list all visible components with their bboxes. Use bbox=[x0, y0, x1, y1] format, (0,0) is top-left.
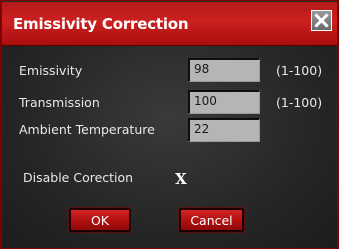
dialog-body: Emissivity 98 (1-100) Transmission 100 (… bbox=[2, 46, 337, 248]
emissivity-range: (1-100) bbox=[276, 63, 323, 78]
emissivity-dialog: Emissivity Correction Emissivity 98 (1-1… bbox=[0, 0, 339, 249]
checkbox-x-mark: X bbox=[175, 170, 187, 188]
transmission-label: Transmission bbox=[19, 95, 100, 110]
disable-correction-checkbox[interactable]: X bbox=[173, 171, 189, 187]
ambient-temperature-input[interactable]: 22 bbox=[188, 118, 260, 142]
disable-correction-label: Disable Corection bbox=[23, 170, 134, 185]
title-bar[interactable]: Emissivity Correction bbox=[2, 2, 337, 46]
ambient-temperature-label: Ambient Temperature bbox=[19, 122, 155, 137]
ok-button[interactable]: OK bbox=[68, 207, 132, 233]
close-button[interactable] bbox=[311, 10, 332, 31]
close-icon bbox=[314, 13, 329, 28]
emissivity-input[interactable]: 98 bbox=[188, 58, 260, 82]
transmission-input[interactable]: 100 bbox=[188, 90, 260, 114]
emissivity-label: Emissivity bbox=[19, 63, 83, 78]
dialog-title: Emissivity Correction bbox=[13, 15, 189, 33]
cancel-button[interactable]: Cancel bbox=[178, 207, 245, 233]
transmission-range: (1-100) bbox=[276, 95, 323, 110]
